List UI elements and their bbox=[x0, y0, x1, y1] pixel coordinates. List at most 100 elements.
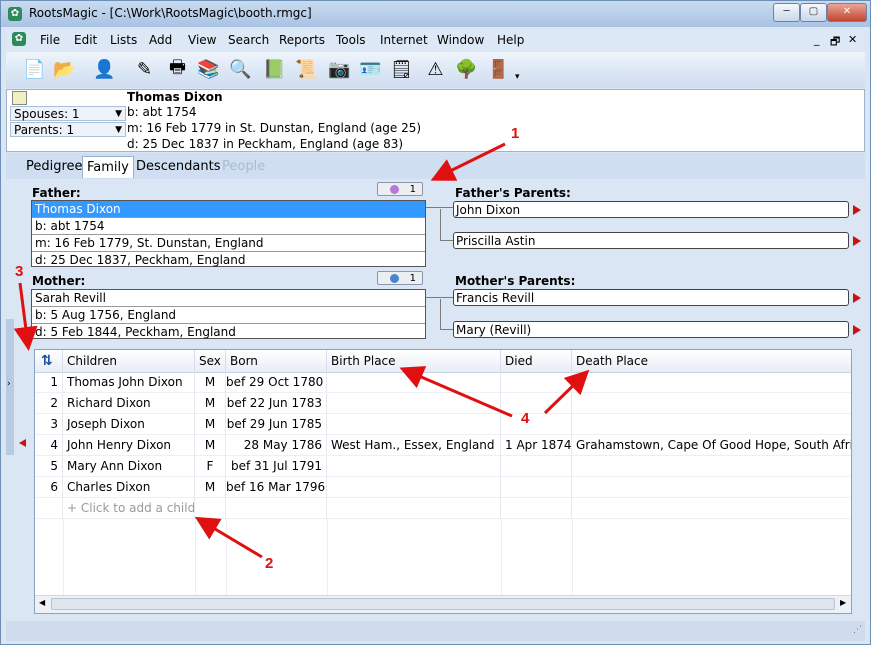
person-death: d: 25 Dec 1837 in Peckham, England (age … bbox=[127, 137, 404, 151]
table-row[interactable]: 2 Richard Dixon M bef 22 Jun 1783 bbox=[35, 393, 851, 414]
menu-reports[interactable]: Reports bbox=[279, 33, 325, 47]
scroll-left-icon[interactable]: ◀ bbox=[39, 598, 45, 607]
scroll-right-icon[interactable]: ▶ bbox=[840, 598, 846, 607]
edit-person-icon[interactable]: ✎ bbox=[132, 57, 157, 82]
exit-door-icon[interactable]: 🚪 bbox=[486, 57, 511, 82]
navigate-arrow-icon[interactable] bbox=[853, 325, 861, 335]
father-box[interactable]: Thomas Dixon b: abt 1754 m: 16 Feb 1779,… bbox=[31, 200, 426, 267]
child-birth-place bbox=[327, 414, 501, 435]
menu-file[interactable]: File bbox=[40, 33, 60, 47]
table-row[interactable]: 4 John Henry Dixon M 28 May 1786 West Ha… bbox=[35, 435, 851, 456]
child-born: bef 16 Mar 1796 bbox=[226, 477, 327, 498]
child-died bbox=[501, 372, 572, 393]
mother-box[interactable]: Sarah Revill b: 5 Aug 1756, England d: 5… bbox=[31, 289, 426, 339]
expand-arrow-icon[interactable]: › bbox=[7, 379, 11, 389]
tab-family[interactable]: Family bbox=[82, 156, 134, 178]
child-name[interactable]: Thomas John Dixon bbox=[63, 372, 195, 393]
child-died: 1 Apr 1874 bbox=[501, 435, 572, 456]
maternal-grandfather-box[interactable]: Francis Revill bbox=[453, 289, 849, 306]
child-name[interactable]: Mary Ann Dixon bbox=[63, 456, 195, 477]
parents-selector[interactable]: Parents: 1 ▼ bbox=[10, 122, 126, 137]
family-view: › Father: 1 Thomas Dixon b: abt 1754 m: … bbox=[6, 179, 865, 619]
maternal-grandmother-box[interactable]: Mary (Revill) bbox=[453, 321, 849, 338]
toolbar-overflow-icon[interactable]: ▾ bbox=[515, 72, 520, 82]
sticky-note-icon[interactable]: 🗒 bbox=[389, 57, 414, 82]
navigate-arrow-icon[interactable] bbox=[853, 236, 861, 246]
close-button[interactable]: ✕ bbox=[827, 3, 867, 22]
col-death-place[interactable]: Death Place bbox=[572, 350, 851, 372]
annotation-1: 1 bbox=[511, 125, 520, 142]
spouse-rings-icon bbox=[390, 274, 399, 283]
child-sex bbox=[195, 498, 226, 519]
child-name[interactable]: Richard Dixon bbox=[63, 393, 195, 414]
road-sign-icon[interactable]: ⚠ bbox=[423, 57, 448, 82]
table-row[interactable]: 3 Joseph Dixon M bef 29 Jun 1785 bbox=[35, 414, 851, 435]
dropdown-arrow-icon[interactable]: ▼ bbox=[115, 123, 122, 137]
col-birth-place[interactable]: Birth Place bbox=[327, 350, 501, 372]
maximize-button[interactable]: ▢ bbox=[800, 3, 827, 22]
menu-window[interactable]: Window bbox=[437, 33, 484, 47]
add-child-link[interactable]: + Click to add a child bbox=[63, 498, 195, 519]
father-name[interactable]: Thomas Dixon bbox=[32, 201, 425, 218]
add-child-row[interactable]: + Click to add a child bbox=[35, 498, 851, 519]
table-row[interactable]: 5 Mary Ann Dixon F bef 31 Jul 1791 bbox=[35, 456, 851, 477]
menu-tools[interactable]: Tools bbox=[336, 33, 366, 47]
new-file-icon[interactable]: 📄 bbox=[22, 57, 47, 82]
dropdown-arrow-icon[interactable]: ▼ bbox=[115, 107, 122, 121]
mdi-minimize-button[interactable]: _ bbox=[814, 33, 820, 46]
menu-internet[interactable]: Internet bbox=[380, 33, 428, 47]
paternal-grandfather-box[interactable]: John Dixon bbox=[453, 201, 849, 218]
menu-help[interactable]: Help bbox=[497, 33, 524, 47]
sourcebook-icon[interactable]: 📗 bbox=[262, 57, 287, 82]
tree-icon[interactable]: 🌳 bbox=[454, 57, 479, 82]
menu-lists[interactable]: Lists bbox=[110, 33, 137, 47]
father-spouses-button[interactable]: 1 bbox=[377, 182, 423, 196]
col-died[interactable]: Died bbox=[501, 350, 572, 372]
open-folder-icon[interactable]: 📂 bbox=[52, 57, 77, 82]
spouse-rings-icon bbox=[390, 185, 399, 194]
col-children[interactable]: Children bbox=[63, 350, 195, 372]
mdi-app-icon[interactable]: ✿ bbox=[12, 32, 26, 46]
scrollbar-thumb[interactable] bbox=[51, 598, 835, 610]
table-row[interactable]: 1 Thomas John Dixon M bef 29 Oct 1780 bbox=[35, 372, 851, 393]
tab-people[interactable]: People bbox=[218, 156, 269, 178]
horizontal-scrollbar[interactable]: ◀ ▶ bbox=[35, 595, 851, 613]
tab-descendants[interactable]: Descendants bbox=[132, 156, 225, 178]
menu-edit[interactable]: Edit bbox=[74, 33, 97, 47]
minimize-button[interactable]: ─ bbox=[773, 3, 800, 22]
mother-name[interactable]: Sarah Revill bbox=[32, 290, 425, 307]
sort-arrows-icon[interactable]: ⇅ bbox=[35, 350, 63, 372]
status-bar: ⋰ bbox=[6, 621, 865, 641]
camera-icon[interactable]: 📷 bbox=[327, 57, 352, 82]
resize-grip-icon[interactable]: ⋰ bbox=[853, 625, 862, 635]
mdi-restore-button[interactable]: 🗗 bbox=[830, 33, 840, 52]
table-row[interactable]: 6 Charles Dixon M bef 16 Mar 1796 bbox=[35, 477, 851, 498]
col-born[interactable]: Born bbox=[226, 350, 327, 372]
print-icon[interactable]: 🖶 bbox=[165, 57, 190, 82]
child-name[interactable]: Joseph Dixon bbox=[63, 414, 195, 435]
menu-add[interactable]: Add bbox=[149, 33, 172, 47]
child-name[interactable]: John Henry Dixon bbox=[63, 435, 195, 456]
child-name[interactable]: Charles Dixon bbox=[63, 477, 195, 498]
add-person-icon[interactable]: 👤 bbox=[92, 57, 117, 82]
paternal-grandmother-box[interactable]: Priscilla Astin bbox=[453, 232, 849, 249]
row-number: 6 bbox=[35, 477, 63, 498]
mdi-close-button[interactable]: ✕ bbox=[848, 33, 857, 46]
navigate-arrow-icon[interactable] bbox=[853, 205, 861, 215]
child-birth-place bbox=[327, 498, 501, 519]
search-magnifier-icon[interactable]: 🔍 bbox=[228, 57, 253, 82]
id-card-icon[interactable]: 🪪 bbox=[358, 57, 383, 82]
title-bar[interactable]: ✿ RootsMagic - [C:\Work\RootsMagic\booth… bbox=[1, 1, 870, 27]
certificate-icon[interactable]: 📜 bbox=[294, 57, 319, 82]
spouses-selector[interactable]: Spouses: 1 ▼ bbox=[10, 106, 126, 121]
note-icon[interactable] bbox=[12, 91, 27, 105]
col-sex[interactable]: Sex bbox=[195, 350, 226, 372]
child-died bbox=[501, 477, 572, 498]
menu-search[interactable]: Search bbox=[228, 33, 269, 47]
current-row-pointer-icon bbox=[19, 439, 26, 447]
tab-pedigree[interactable]: Pedigree bbox=[22, 156, 87, 178]
books-icon[interactable]: 📚 bbox=[196, 57, 221, 82]
menu-view[interactable]: View bbox=[188, 33, 216, 47]
navigate-arrow-icon[interactable] bbox=[853, 293, 861, 303]
mother-spouses-button[interactable]: 1 bbox=[377, 271, 423, 285]
